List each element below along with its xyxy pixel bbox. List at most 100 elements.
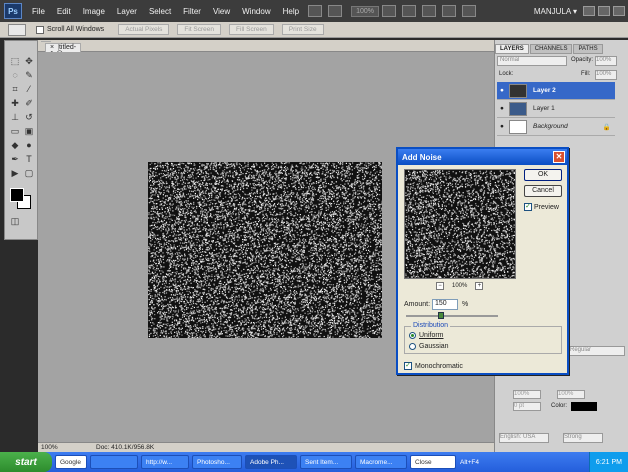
dialog-close-icon[interactable]: ✕ <box>553 151 565 163</box>
brush-tool-icon[interactable]: ✐ <box>23 97 35 109</box>
horizontal-scale-field[interactable]: 100% <box>557 390 585 399</box>
text-color-swatch[interactable] <box>571 402 597 411</box>
healing-brush-icon[interactable]: ✚ <box>9 97 21 109</box>
taskbar-item-browser[interactable]: http://w... <box>141 455 189 469</box>
fill-field[interactable]: 100% <box>595 70 617 80</box>
start-button[interactable]: start <box>0 452 52 472</box>
visibility-eye-icon[interactable]: ● <box>497 105 507 112</box>
dodge-tool-icon[interactable]: ● <box>23 139 35 151</box>
taskbar-item-sent-items[interactable]: Sent Item... <box>300 455 352 469</box>
tab-layers[interactable]: LAYERS <box>495 44 529 54</box>
close-tooltip-label: Close <box>415 458 432 466</box>
menu-file[interactable]: File <box>26 7 51 16</box>
system-tray: 6:21 PM <box>588 452 628 472</box>
tab-channels[interactable]: CHANNELS <box>529 44 573 54</box>
layer-row-background[interactable]: ● Background 🔒 <box>497 118 615 136</box>
uniform-option[interactable]: Uniform <box>409 332 444 339</box>
hand-tool-icon[interactable] <box>381 5 396 17</box>
baseline-shift-field[interactable]: 0 pt <box>513 402 541 411</box>
workspace-switcher[interactable]: MANJULA ▾ <box>534 7 583 16</box>
restore-button[interactable] <box>598 6 610 16</box>
fit-screen-button[interactable]: Fit Screen <box>177 24 222 35</box>
eyedropper-tool-icon[interactable]: ⁄ <box>23 83 35 95</box>
status-zoom[interactable]: 100% <box>41 444 58 451</box>
windows-taskbar: start Google http://w... Photosho... Ado… <box>0 452 628 472</box>
quick-selection-tool-icon[interactable]: ✎ <box>23 69 35 81</box>
taskbar-item-macromedia[interactable]: Macrome... <box>355 455 407 469</box>
type-tool-icon[interactable]: T <box>23 153 35 165</box>
actual-pixels-button[interactable]: Actual Pixels <box>118 24 170 35</box>
preview-option[interactable]: ✓ Preview <box>524 203 559 211</box>
preview-checkbox[interactable]: ✓ <box>524 203 532 211</box>
rotate-view-icon[interactable] <box>421 5 436 17</box>
shape-tool-icon[interactable]: ▢ <box>23 167 35 179</box>
document-tab[interactable]: Untitled-1 @ 100% (Layer 2, RGB/8) * × <box>41 41 82 93</box>
layer-row-layer1[interactable]: ● Layer 1 <box>497 100 615 118</box>
close-tab-icon[interactable]: × <box>45 43 60 51</box>
amount-input[interactable]: 150 <box>432 299 458 310</box>
monochromatic-checkbox[interactable]: ✓ <box>404 362 412 370</box>
amount-slider-track[interactable] <box>406 315 498 317</box>
monochromatic-option[interactable]: ✓ Monochromatic <box>404 362 463 370</box>
quick-launch-icons[interactable] <box>90 455 138 469</box>
menu-window[interactable]: Window <box>236 7 276 16</box>
menu-select[interactable]: Select <box>143 7 177 16</box>
scroll-all-windows-checkbox[interactable] <box>36 25 44 34</box>
document-canvas[interactable] <box>148 162 382 338</box>
visibility-eye-icon[interactable]: ● <box>497 123 507 130</box>
pen-tool-icon[interactable]: ✒ <box>9 153 21 165</box>
close-window-button[interactable] <box>613 6 625 16</box>
taskbar-item-photoshop2[interactable]: Adobe Ph... <box>245 455 297 469</box>
uniform-radio[interactable] <box>409 332 416 339</box>
fill-screen-button[interactable]: Fill Screen <box>229 24 274 35</box>
vertical-scale-field[interactable]: 100% <box>513 390 541 399</box>
taskbar-item-photoshop1[interactable]: Photosho... <box>192 455 242 469</box>
print-size-button[interactable]: Print Size <box>281 24 324 35</box>
screen-mode-icon[interactable] <box>461 5 476 17</box>
gradient-tool-icon[interactable]: ▣ <box>23 125 35 137</box>
clone-stamp-icon[interactable]: ⊥ <box>9 111 21 123</box>
scroll-all-windows-label: Scroll All Windows <box>47 26 105 33</box>
move-tool-icon[interactable]: ✥ <box>23 55 35 67</box>
blend-mode-dropdown[interactable]: Normal <box>497 56 567 66</box>
tab-paths[interactable]: PATHS <box>573 44 603 54</box>
arrange-documents-icon[interactable] <box>441 5 456 17</box>
foreground-color-swatch[interactable] <box>10 188 24 202</box>
eraser-tool-icon[interactable]: ▭ <box>9 125 21 137</box>
hand-tool-icon[interactable] <box>9 175 21 187</box>
view-extras-icon[interactable] <box>328 5 343 17</box>
zoom-level-dropdown[interactable]: 100% <box>351 5 379 17</box>
layer-row-layer2[interactable]: ● Layer 2 <box>497 82 615 100</box>
gaussian-radio[interactable] <box>409 343 416 350</box>
menu-help[interactable]: Help <box>277 7 305 16</box>
zoom-tool-icon[interactable] <box>401 5 416 17</box>
clock[interactable]: 6:21 PM <box>596 459 622 466</box>
amount-slider-thumb[interactable] <box>438 312 444 319</box>
noise-preview[interactable] <box>404 169 516 279</box>
history-brush-icon[interactable]: ↺ <box>23 111 35 123</box>
menu-view[interactable]: View <box>207 7 236 16</box>
opacity-field[interactable]: 100% <box>595 56 617 66</box>
marquee-tool-icon[interactable]: ⬚ <box>9 55 21 67</box>
visibility-eye-icon[interactable]: ● <box>497 87 507 94</box>
menu-layer[interactable]: Layer <box>111 7 143 16</box>
menu-edit[interactable]: Edit <box>51 7 77 16</box>
quick-mask-icon[interactable]: ◫ <box>9 215 21 227</box>
ok-button[interactable]: OK <box>524 169 562 181</box>
blur-tool-icon[interactable]: ◆ <box>9 139 21 151</box>
bridge-icon[interactable] <box>308 5 323 17</box>
gaussian-option[interactable]: Gaussian <box>409 343 449 350</box>
zoom-in-button[interactable]: + <box>475 282 484 290</box>
cancel-button[interactable]: Cancel <box>524 185 562 197</box>
zoom-out-button[interactable]: − <box>436 282 444 290</box>
minimize-button[interactable] <box>583 6 595 16</box>
hand-tool-preset-icon[interactable] <box>8 23 26 36</box>
language-dropdown[interactable]: English: USA <box>499 433 549 443</box>
dialog-titlebar[interactable]: Add Noise ✕ <box>398 149 567 165</box>
google-search-box[interactable]: Google <box>55 455 87 469</box>
lasso-tool-icon[interactable]: ◌ <box>9 69 21 81</box>
anti-alias-dropdown[interactable]: Strong <box>563 433 603 443</box>
menu-image[interactable]: Image <box>77 7 111 16</box>
crop-tool-icon[interactable]: ⌗ <box>9 83 21 95</box>
menu-filter[interactable]: Filter <box>177 7 207 16</box>
